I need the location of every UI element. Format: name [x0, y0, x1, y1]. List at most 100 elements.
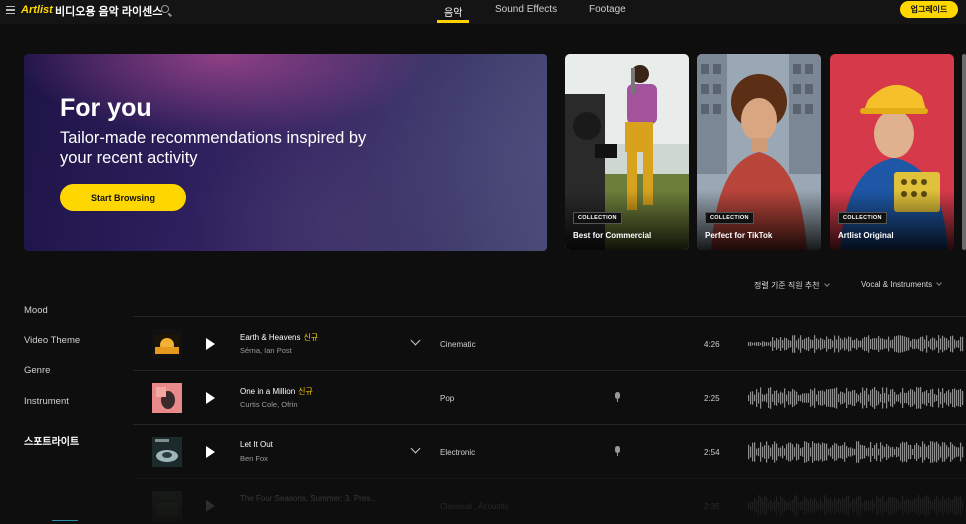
- waveform-bar: [938, 499, 940, 513]
- waveform-bar: [796, 443, 798, 461]
- waveform-bar: [804, 441, 806, 463]
- sort-dropdown[interactable]: 정렬 기준 직원 추천: [754, 280, 830, 291]
- waveform-bar: [902, 335, 904, 353]
- waveform-bar: [798, 501, 800, 511]
- waveform-bar: [896, 394, 898, 402]
- waveform-bar: [906, 337, 908, 351]
- start-browsing-button[interactable]: Start Browsing: [60, 184, 186, 211]
- waveform-bar: [820, 444, 822, 460]
- sidebar-item-instrument[interactable]: Instrument: [24, 396, 69, 407]
- waveform[interactable]: [748, 386, 966, 410]
- tab-footage[interactable]: Footage: [589, 4, 626, 15]
- track-title[interactable]: Earth & Heavens 신규: [240, 332, 318, 343]
- waveform-bar: [926, 389, 928, 407]
- tab-sound-effects[interactable]: Sound Effects: [495, 4, 557, 15]
- waveform-bar: [942, 388, 944, 408]
- track-genre[interactable]: Electronic: [440, 448, 475, 457]
- waveform-bar: [930, 500, 932, 512]
- sidebar-item-spotlight[interactable]: 스포트라이트: [24, 433, 79, 448]
- collection-card-tiktok[interactable]: COLLECTION Perfect for TikTok: [697, 54, 821, 250]
- track-row[interactable]: Earth & Heavens 신규 Sérna, Ian Post Cinema…: [133, 316, 966, 370]
- waveform-bar: [922, 336, 924, 352]
- track-genre[interactable]: Classical , Acoustic: [440, 502, 508, 511]
- track-genre[interactable]: Pop: [440, 394, 454, 403]
- waveform-bar: [778, 393, 780, 403]
- play-icon[interactable]: [206, 446, 215, 458]
- track-artist[interactable]: Sérna, Ian Post: [240, 346, 292, 355]
- waveform-bar: [962, 446, 964, 458]
- waveform-bar: [772, 337, 774, 351]
- waveform-bar: [766, 393, 768, 403]
- track-row[interactable]: The Four Seasons, Summer: 3. Pres... Cla…: [133, 478, 966, 524]
- waveform-bar: [760, 442, 762, 462]
- album-art: [152, 491, 182, 521]
- track-duration: 2:54: [704, 448, 720, 457]
- track-artist[interactable]: Curtis Cole, Ofrin: [240, 400, 298, 409]
- chevron-down-icon[interactable]: [410, 443, 421, 454]
- waveform-bar: [774, 441, 776, 463]
- tab-music[interactable]: 음악: [444, 4, 462, 19]
- waveform-bar: [944, 393, 946, 403]
- waveform-bar: [792, 388, 794, 408]
- waveform-bar: [898, 447, 900, 457]
- upgrade-button[interactable]: 업그레이드: [900, 1, 958, 18]
- menu-icon[interactable]: [6, 6, 15, 14]
- waveform[interactable]: [748, 440, 966, 464]
- waveform-bar: [910, 340, 912, 348]
- track-title[interactable]: Let It Out: [240, 440, 276, 449]
- track-genre[interactable]: Cinematic: [440, 340, 476, 349]
- waveform-bar: [920, 446, 922, 458]
- sidebar-item-mood[interactable]: Mood: [24, 305, 48, 316]
- waveform[interactable]: [748, 332, 966, 356]
- waveform-bar: [892, 339, 894, 349]
- track-artist[interactable]: Ben Fox: [240, 454, 268, 463]
- collection-card-commercial[interactable]: COLLECTION Best for Commercial: [565, 54, 689, 250]
- waveform-bar: [886, 339, 888, 349]
- sidebar-item-video-theme[interactable]: Video Theme: [24, 335, 80, 346]
- vocal-instruments-dropdown[interactable]: Vocal & Instruments: [861, 280, 942, 289]
- waveform-bar: [956, 340, 958, 348]
- search-icon[interactable]: [161, 5, 169, 13]
- chevron-down-icon[interactable]: [410, 335, 421, 346]
- track-title[interactable]: One in a Million 신규: [240, 386, 313, 397]
- waveform-bar: [782, 445, 784, 459]
- waveform-bar: [956, 389, 958, 407]
- waveform-bar: [896, 499, 898, 513]
- collection-card-artlist-original[interactable]: COLLECTION Artlist Original: [830, 54, 954, 250]
- play-icon[interactable]: [206, 338, 215, 350]
- track-title[interactable]: The Four Seasons, Summer: 3. Pres...: [240, 494, 377, 503]
- waveform-bar: [764, 394, 766, 402]
- waveform-bar: [792, 499, 794, 513]
- sort-dropdown-label: 정렬 기준 직원 추천: [754, 281, 820, 290]
- waveform-bar: [832, 340, 834, 348]
- collection-card-partial[interactable]: [962, 54, 966, 250]
- waveform-bar: [748, 342, 750, 346]
- sidebar-item-genre[interactable]: Genre: [24, 365, 50, 376]
- waveform-bar: [768, 388, 770, 408]
- waveform-bar: [820, 390, 822, 406]
- waveform-bar: [932, 388, 934, 408]
- waveform-bar: [788, 502, 790, 510]
- waveform-bar: [878, 497, 880, 515]
- waveform-bar: [786, 338, 788, 350]
- waveform-bar: [830, 498, 832, 514]
- play-icon[interactable]: [206, 500, 215, 512]
- logo[interactable]: Artlist: [21, 4, 53, 16]
- waveform-bar: [752, 391, 754, 405]
- waveform-bar: [816, 394, 818, 402]
- waveform-bar: [960, 496, 962, 516]
- track-row[interactable]: One in a Million 신규 Curtis Cole, Ofrin Po…: [133, 370, 966, 424]
- waveform-bar: [794, 390, 796, 406]
- play-icon[interactable]: [206, 392, 215, 404]
- waveform-bar: [882, 495, 884, 517]
- waveform-bar: [874, 387, 876, 409]
- waveform-bar: [908, 390, 910, 406]
- track-row[interactable]: Let It Out Ben Fox Electronic 2:54: [133, 424, 966, 478]
- waveform-bar: [838, 335, 840, 353]
- waveform-bar: [824, 340, 826, 348]
- waveform-bar: [896, 446, 898, 458]
- waveform[interactable]: [748, 494, 966, 518]
- waveform-bar: [756, 448, 758, 456]
- waveform-bar: [832, 445, 834, 459]
- waveform-bar: [826, 443, 828, 461]
